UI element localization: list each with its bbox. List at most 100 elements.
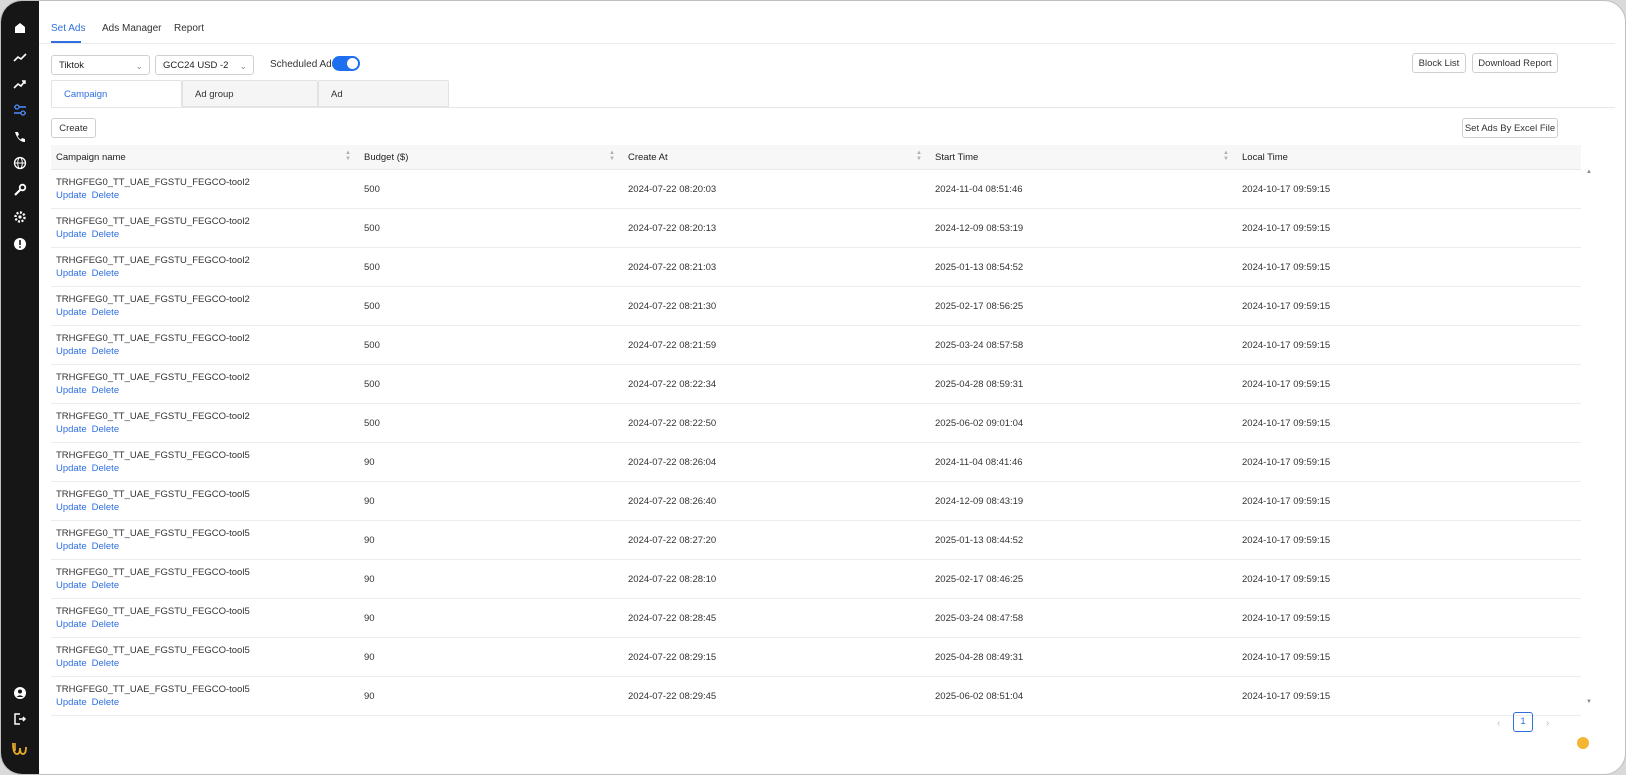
col-local-time: Local Time: [1237, 145, 1581, 170]
update-link[interactable]: Update: [56, 307, 87, 318]
campaign-name: TRHGFEG0_TT_UAE_FGSTU_FEGCO-tool2: [56, 215, 250, 227]
delete-link[interactable]: Delete: [92, 346, 119, 357]
set-ads-by-excel-button[interactable]: Set Ads By Excel File: [1462, 118, 1558, 138]
globe-icon[interactable]: [11, 154, 29, 172]
create-at-cell: 2024-07-22 08:20:13: [623, 208, 930, 248]
col-budget[interactable]: Budget ($) ▲ ▼: [359, 145, 623, 170]
delete-link[interactable]: Delete: [92, 424, 119, 435]
tab-ads-manager[interactable]: Ads Manager: [102, 23, 161, 34]
budget-cell: 500: [359, 286, 623, 326]
start-time-cell: 2025-04-28 08:49:31: [930, 637, 1237, 677]
table-row: TRHGFEG0_TT_UAE_FGSTU_FEGCO-tool2 Update D…: [51, 247, 1581, 287]
col-campaign-name[interactable]: Campaign name ▲ ▼: [51, 145, 359, 170]
local-time-cell: 2024-10-17 09:59:15: [1237, 325, 1581, 365]
sort-icon[interactable]: ▲ ▼: [609, 150, 615, 162]
budget-cell: 90: [359, 481, 623, 521]
budget-cell: 500: [359, 247, 623, 287]
campaign-name-cell: TRHGFEG0_TT_UAE_FGSTU_FEGCO-tool2 Update D…: [51, 364, 359, 404]
chat-icon[interactable]: [1577, 737, 1589, 749]
local-time-cell: 2024-10-17 09:59:15: [1237, 169, 1581, 209]
page-1-button[interactable]: 1: [1513, 712, 1533, 732]
delete-link[interactable]: Delete: [92, 697, 119, 708]
sort-icon[interactable]: ▲ ▼: [1223, 150, 1229, 162]
update-link[interactable]: Update: [56, 541, 87, 552]
table-row: TRHGFEG0_TT_UAE_FGSTU_FEGCO-tool2 Update D…: [51, 286, 1581, 326]
delete-link[interactable]: Delete: [92, 580, 119, 591]
create-at-cell: 2024-07-22 08:29:15: [623, 637, 930, 677]
subtab-ad-group[interactable]: Ad group: [182, 80, 318, 107]
delete-link[interactable]: Delete: [92, 268, 119, 279]
start-time-cell: 2025-01-13 08:44:52: [930, 520, 1237, 560]
start-time-cell: 2025-02-17 08:56:25: [930, 286, 1237, 326]
update-link[interactable]: Update: [56, 463, 87, 474]
delete-link[interactable]: Delete: [92, 385, 119, 396]
create-button[interactable]: Create: [51, 118, 96, 138]
phone-icon[interactable]: [11, 128, 29, 146]
delete-link[interactable]: Delete: [92, 541, 119, 552]
update-link[interactable]: Update: [56, 268, 87, 279]
update-link[interactable]: Update: [56, 346, 87, 357]
local-time-cell: 2024-10-17 09:59:15: [1237, 598, 1581, 638]
delete-link[interactable]: Delete: [92, 190, 119, 201]
delete-link[interactable]: Delete: [92, 463, 119, 474]
info-icon[interactable]: [11, 235, 29, 253]
col-label: Local Time: [1242, 151, 1288, 163]
trending-up-icon[interactable]: [11, 75, 29, 93]
next-page-icon[interactable]: ›: [1546, 718, 1549, 729]
sort-icon[interactable]: ▲ ▼: [916, 150, 922, 162]
start-time-cell: 2024-11-04 08:41:46: [930, 442, 1237, 482]
logout-icon[interactable]: [11, 710, 29, 728]
prev-page-icon[interactable]: ‹: [1497, 718, 1500, 729]
update-link[interactable]: Update: [56, 502, 87, 513]
update-link[interactable]: Update: [56, 190, 87, 201]
create-at-cell: 2024-07-22 08:28:45: [623, 598, 930, 638]
table-row: TRHGFEG0_TT_UAE_FGSTU_FEGCO-tool5 Update D…: [51, 637, 1581, 677]
delete-link[interactable]: Delete: [92, 658, 119, 669]
delete-link[interactable]: Delete: [92, 502, 119, 513]
account-select[interactable]: GCC24 USD -2 ⌄: [155, 55, 254, 75]
update-link[interactable]: Update: [56, 385, 87, 396]
row-actions: Update Delete: [56, 696, 354, 710]
subtab-ad[interactable]: Ad: [318, 80, 449, 107]
sliders-icon[interactable]: [11, 101, 29, 119]
scroll-up-icon[interactable]: ▲: [1586, 169, 1592, 175]
table-row: TRHGFEG0_TT_UAE_FGSTU_FEGCO-tool2 Update D…: [51, 364, 1581, 404]
update-link[interactable]: Update: [56, 424, 87, 435]
user-icon[interactable]: [11, 684, 29, 702]
row-actions: Update Delete: [56, 618, 354, 632]
update-link[interactable]: Update: [56, 619, 87, 630]
budget-cell: 90: [359, 520, 623, 560]
update-link[interactable]: Update: [56, 658, 87, 669]
home-icon[interactable]: [11, 19, 29, 37]
delete-link[interactable]: Delete: [92, 229, 119, 240]
sort-icon[interactable]: ▲ ▼: [345, 150, 351, 162]
wrench-icon[interactable]: [11, 181, 29, 199]
block-list-button[interactable]: Block List: [1412, 53, 1466, 73]
line-chart-icon[interactable]: [11, 49, 29, 67]
row-actions: Update Delete: [56, 501, 354, 515]
delete-link[interactable]: Delete: [92, 619, 119, 630]
col-start-time[interactable]: Start Time ▲ ▼: [930, 145, 1237, 170]
download-report-button[interactable]: Download Report: [1472, 53, 1558, 73]
scheduled-ads-toggle[interactable]: [332, 56, 360, 71]
scroll-down-icon[interactable]: ▼: [1586, 699, 1592, 705]
top-nav: Set Ads Ads Manager Report: [39, 17, 1615, 44]
subtab-campaign[interactable]: Campaign: [51, 80, 182, 107]
table-scrollbar[interactable]: ▲ ▼: [1585, 169, 1593, 705]
col-create-at[interactable]: Create At ▲ ▼: [623, 145, 930, 170]
gear-icon[interactable]: [11, 208, 29, 226]
tab-report[interactable]: Report: [174, 23, 204, 34]
platform-select[interactable]: Tiktok ⌄: [51, 55, 150, 75]
create-at-cell: 2024-07-22 08:28:10: [623, 559, 930, 599]
start-time-cell: 2025-02-17 08:46:25: [930, 559, 1237, 599]
delete-link[interactable]: Delete: [92, 307, 119, 318]
update-link[interactable]: Update: [56, 229, 87, 240]
row-actions: Update Delete: [56, 267, 354, 281]
logo-icon[interactable]: [9, 738, 31, 760]
tab-set-ads[interactable]: Set Ads: [51, 23, 85, 34]
update-link[interactable]: Update: [56, 697, 87, 708]
start-time-cell: 2024-11-04 08:51:46: [930, 169, 1237, 209]
create-at-cell: 2024-07-22 08:20:03: [623, 169, 930, 209]
update-link[interactable]: Update: [56, 580, 87, 591]
main-content: Set Ads Ads Manager Report Tiktok ⌄ GCC2…: [39, 1, 1625, 774]
